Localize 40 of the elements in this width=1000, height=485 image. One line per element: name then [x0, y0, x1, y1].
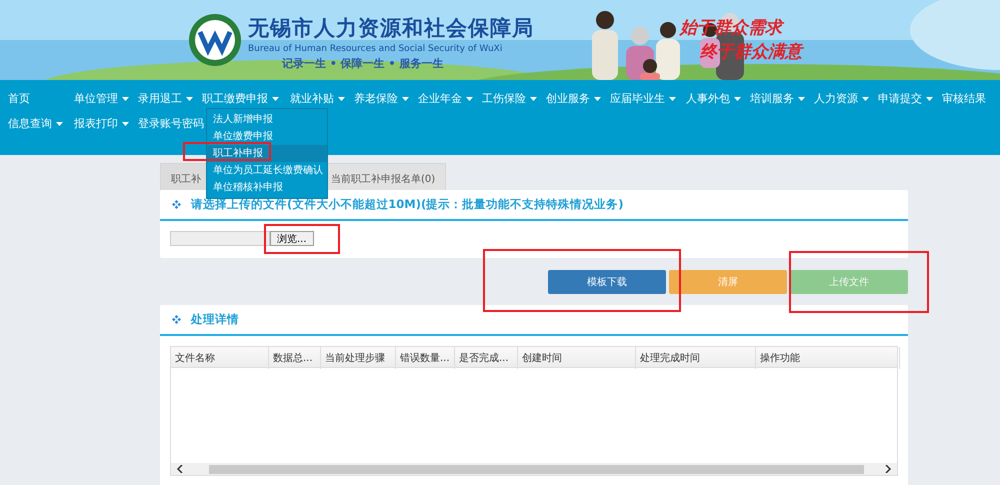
nav-item[interactable]: 信息查询 — [8, 116, 74, 131]
nav-item[interactable]: 应届毕业生 — [610, 91, 686, 106]
menu-item[interactable]: 法人新增申报 — [207, 111, 327, 128]
nav-item[interactable]: 审核结果 — [942, 91, 1000, 106]
action-button[interactable]: 模板下载 — [548, 270, 666, 294]
column-header[interactable]: 数据总... — [269, 347, 321, 369]
nav-item[interactable]: 工伤保险 — [482, 91, 546, 106]
column-header[interactable]: 错误数量... — [396, 347, 455, 369]
column-header[interactable]: 创建时间 — [518, 347, 636, 369]
nav-item[interactable]: 录用退工 — [138, 91, 202, 106]
nav-item[interactable]: 人事外包 — [686, 91, 750, 106]
column-header[interactable]: 是否完成... — [455, 347, 518, 369]
site-subtitle: Bureau of Human Resources and Social Security of WuXi — [248, 44, 504, 54]
nav-item[interactable]: 养老保险 — [354, 91, 418, 106]
site-title: 无锡市人力资源和社会保障局 — [248, 15, 534, 42]
menu-item[interactable]: 单位缴费申报 — [207, 128, 327, 145]
action-button[interactable]: 清屏 — [669, 270, 787, 294]
nav-item[interactable]: 企业年金 — [418, 91, 482, 106]
column-header[interactable]: 处理完成时间 — [636, 347, 756, 369]
panel-title: 请选择上传的文件(文件大小不能超过10M)(提示：批量功能不支持特殊情况业务) — [191, 197, 624, 212]
diamond-icon — [172, 315, 181, 324]
nav-item[interactable]: 人力资源 — [814, 91, 878, 106]
horizontal-scrollbar[interactable] — [171, 463, 897, 475]
nav-item[interactable]: 报表打印 — [74, 116, 138, 131]
diamond-icon — [172, 200, 181, 209]
column-header[interactable]: 操作功能 — [756, 347, 900, 369]
panel-title: 处理详情 — [191, 312, 239, 327]
column-header[interactable]: 当前处理步骤 — [321, 347, 396, 369]
nav-item[interactable]: 首页 — [8, 91, 74, 106]
nav-item[interactable]: 申请提交 — [878, 91, 942, 106]
nav-item[interactable]: 培训服务 — [750, 91, 814, 106]
nav-item[interactable]: 单位管理 — [74, 91, 138, 106]
nav-item[interactable]: 登录账号密码 — [138, 116, 210, 131]
nav-item[interactable]: 创业服务 — [546, 91, 610, 106]
column-header[interactable]: 文件名称 — [171, 347, 269, 369]
nav-item[interactable]: 就业补贴 — [290, 91, 354, 106]
browse-button[interactable]: 浏览... — [270, 231, 314, 246]
menu-item[interactable]: 职工补申报 — [207, 145, 327, 162]
file-field[interactable] — [170, 231, 270, 246]
nav-item[interactable]: 职工缴费申报 — [202, 91, 290, 106]
